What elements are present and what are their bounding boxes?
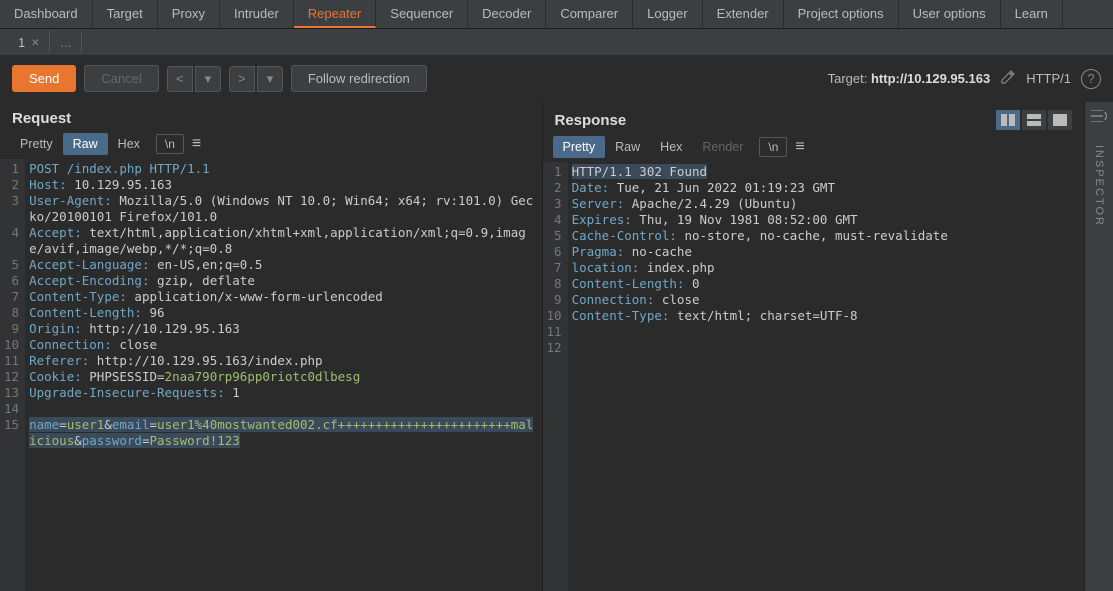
tab-logger[interactable]: Logger xyxy=(633,0,702,28)
tab-user-options[interactable]: User options xyxy=(899,0,1001,28)
tab-dashboard[interactable]: Dashboard xyxy=(0,0,93,28)
view-tab-raw[interactable]: Raw xyxy=(605,136,650,158)
close-icon[interactable]: × xyxy=(31,34,39,50)
view-tab-hex[interactable]: Hex xyxy=(650,136,692,158)
request-editor[interactable]: 123456789101112131415 POST /index.php HT… xyxy=(0,159,542,591)
request-pane: Request PrettyRawHex \n ≡ 1234567891011121… xyxy=(0,102,543,591)
target-info: Target: http://10.129.95.163 HTTP/1 ? xyxy=(828,69,1101,89)
target-value: http://10.129.95.163 xyxy=(871,71,990,86)
request-title: Request xyxy=(12,110,71,127)
follow-redirection-button[interactable]: Follow redirection xyxy=(291,65,427,92)
view-tab-render[interactable]: Render xyxy=(692,136,753,158)
http-version: HTTP/1 xyxy=(1026,71,1071,86)
history-forward-menu[interactable]: ▾ xyxy=(257,66,283,92)
help-icon[interactable]: ? xyxy=(1081,69,1101,89)
newline-toggle[interactable]: \n xyxy=(759,137,787,157)
tab-target[interactable]: Target xyxy=(93,0,158,28)
inspector-toggle-icon[interactable] xyxy=(1091,110,1107,125)
tab-proxy[interactable]: Proxy xyxy=(158,0,220,28)
cancel-button[interactable]: Cancel xyxy=(84,65,158,92)
toolbar: Send Cancel < ▾ > ▾ Follow redirection T… xyxy=(0,55,1113,102)
response-title: Response xyxy=(555,112,627,129)
response-pane: Response PrettyRawHexRender \n ≡ 123456789… xyxy=(543,102,1086,591)
tab-repeater[interactable]: Repeater xyxy=(294,0,376,28)
request-gutter: 123456789101112131415 xyxy=(0,159,25,591)
history-back-button[interactable]: < xyxy=(167,66,193,92)
subtab-add[interactable]: ... xyxy=(50,32,82,53)
inspector-label: INSPECTOR xyxy=(1093,145,1105,227)
view-tab-pretty[interactable]: Pretty xyxy=(10,133,63,155)
view-tab-hex[interactable]: Hex xyxy=(108,133,150,155)
response-code[interactable]: HTTP/1.1 302 FoundDate: Tue, 21 Jun 2022… xyxy=(568,162,1084,591)
tab-project-options[interactable]: Project options xyxy=(784,0,899,28)
view-tab-raw[interactable]: Raw xyxy=(63,133,108,155)
editor-menu-icon[interactable]: ≡ xyxy=(192,135,201,153)
tab-intruder[interactable]: Intruder xyxy=(220,0,294,28)
layout-vertical-icon[interactable] xyxy=(1022,110,1046,130)
view-tab-pretty[interactable]: Pretty xyxy=(553,136,606,158)
send-button[interactable]: Send xyxy=(12,65,76,92)
response-view-tabs: PrettyRawHexRender \n ≡ xyxy=(543,136,1085,162)
target-label: Target: xyxy=(828,71,868,86)
request-view-tabs: PrettyRawHex \n ≡ xyxy=(0,133,542,159)
subtab-label: 1 xyxy=(18,35,25,50)
history-back-group: < ▾ xyxy=(167,66,221,92)
request-code[interactable]: POST /index.php HTTP/1.1Host: 10.129.95.… xyxy=(25,159,541,591)
tab-learn[interactable]: Learn xyxy=(1001,0,1063,28)
history-back-menu[interactable]: ▾ xyxy=(195,66,221,92)
response-editor[interactable]: 123456789101112 HTTP/1.1 302 FoundDate: … xyxy=(543,162,1085,591)
repeater-subtabs: 1 × ... xyxy=(0,29,1113,55)
main-tabs: DashboardTargetProxyIntruderRepeaterSequ… xyxy=(0,0,1113,29)
history-forward-group: > ▾ xyxy=(229,66,283,92)
layout-combined-icon[interactable] xyxy=(1048,110,1072,130)
inspector-sidebar: INSPECTOR xyxy=(1085,102,1113,591)
subtab-1[interactable]: 1 × xyxy=(8,31,50,53)
layout-horizontal-icon[interactable] xyxy=(996,110,1020,130)
tab-sequencer[interactable]: Sequencer xyxy=(376,0,468,28)
editor-menu-icon[interactable]: ≡ xyxy=(795,138,804,156)
tab-comparer[interactable]: Comparer xyxy=(546,0,633,28)
tab-extender[interactable]: Extender xyxy=(703,0,784,28)
edit-target-icon[interactable] xyxy=(1000,69,1016,88)
newline-toggle[interactable]: \n xyxy=(156,134,184,154)
tab-decoder[interactable]: Decoder xyxy=(468,0,546,28)
response-gutter: 123456789101112 xyxy=(543,162,568,591)
layout-switcher xyxy=(996,110,1072,130)
history-forward-button[interactable]: > xyxy=(229,66,255,92)
